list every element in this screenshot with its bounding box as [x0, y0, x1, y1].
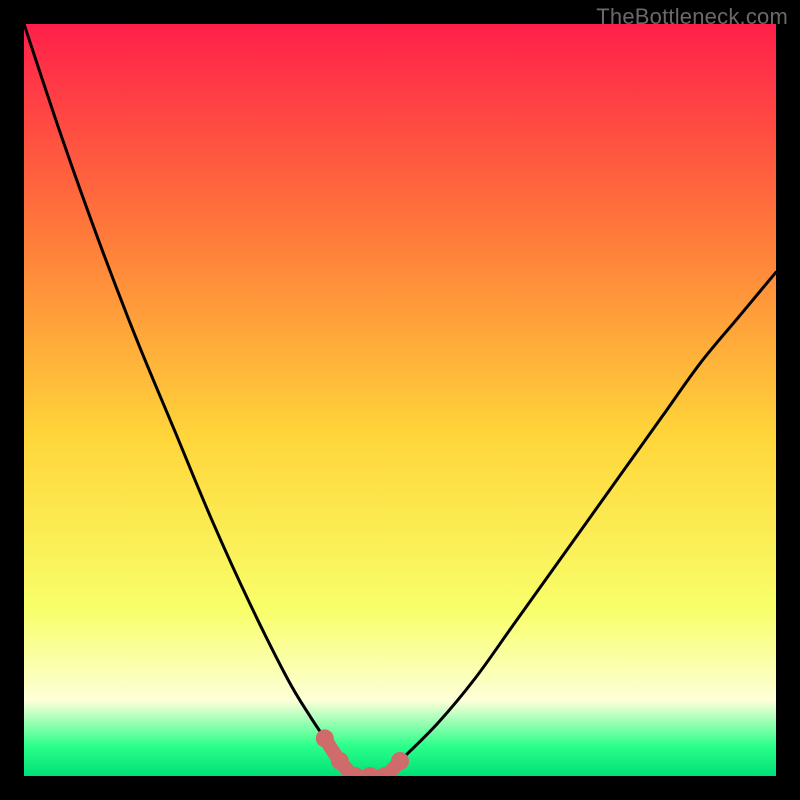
optimal-marker — [331, 752, 349, 770]
optimal-marker — [316, 729, 334, 747]
watermark-label: TheBottleneck.com — [596, 4, 788, 30]
chart-frame — [24, 24, 776, 776]
gradient-background — [24, 24, 776, 776]
bottleneck-plot — [24, 24, 776, 776]
optimal-marker — [391, 752, 409, 770]
